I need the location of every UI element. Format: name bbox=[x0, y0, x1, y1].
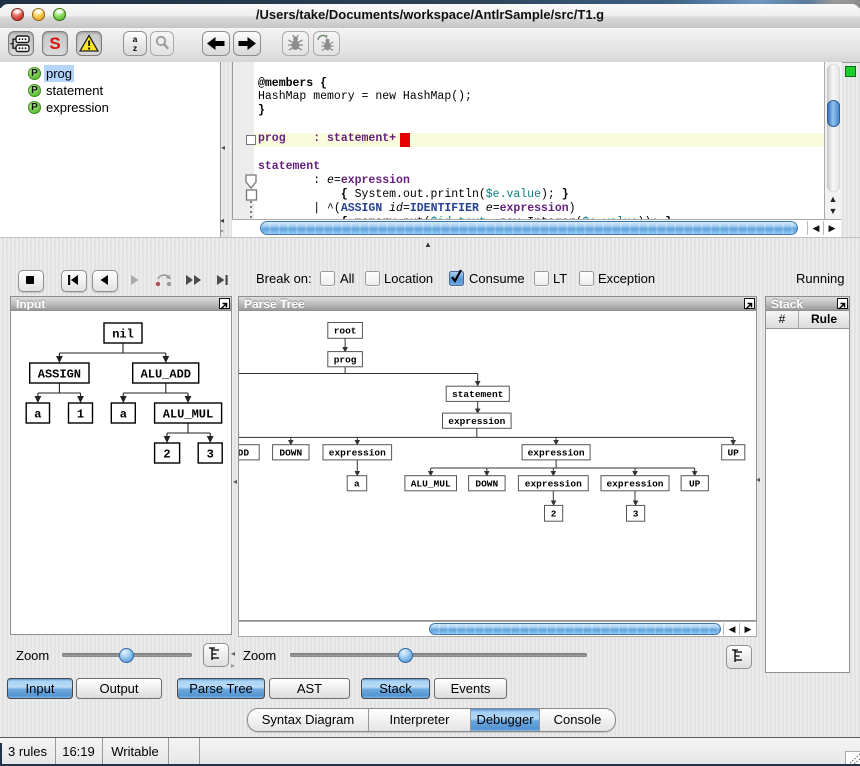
svg-text:ASSIGN: ASSIGN bbox=[38, 368, 81, 382]
svg-text:UP: UP bbox=[727, 448, 739, 459]
svg-text:a: a bbox=[34, 408, 41, 422]
svg-text:2: 2 bbox=[163, 448, 170, 462]
svg-text:statement: statement bbox=[452, 389, 503, 400]
svg-text:a: a bbox=[354, 479, 360, 490]
svg-text:3: 3 bbox=[633, 509, 639, 520]
svg-text:DOWN: DOWN bbox=[279, 448, 302, 459]
svg-text:prog: prog bbox=[334, 355, 357, 366]
svg-text:ALU_ADD: ALU_ADD bbox=[239, 448, 249, 459]
svg-text:nil: nil bbox=[112, 328, 134, 342]
svg-text:expression: expression bbox=[606, 479, 663, 490]
svg-text:ALU_MUL: ALU_MUL bbox=[163, 408, 213, 422]
svg-text:expression: expression bbox=[525, 479, 582, 490]
svg-text:ALU_MUL: ALU_MUL bbox=[411, 479, 451, 490]
svg-text:ALU_ADD: ALU_ADD bbox=[141, 368, 191, 382]
svg-text:DOWN: DOWN bbox=[475, 479, 498, 490]
svg-text:1: 1 bbox=[77, 408, 84, 422]
svg-text:2: 2 bbox=[551, 509, 557, 520]
svg-text:a: a bbox=[120, 408, 127, 422]
svg-text:root: root bbox=[334, 326, 357, 337]
svg-text:UP: UP bbox=[689, 479, 701, 490]
svg-text:expression: expression bbox=[448, 416, 505, 427]
svg-text:3: 3 bbox=[207, 448, 214, 462]
svg-text:expression: expression bbox=[329, 448, 386, 459]
svg-text:expression: expression bbox=[528, 448, 585, 459]
